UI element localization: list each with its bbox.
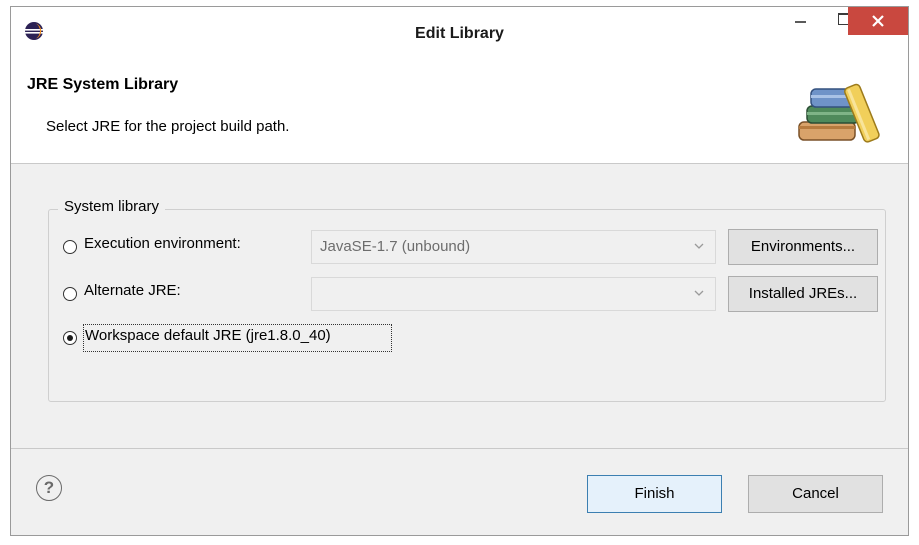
workspace-default-jre-label[interactable]: Workspace default JRE (jre1.8.0_40) — [85, 327, 331, 344]
cancel-button[interactable]: Cancel — [748, 475, 883, 513]
alternate-jre-combo[interactable] — [311, 277, 716, 311]
chevron-down-icon — [694, 290, 704, 296]
title-bar: Edit Library — [11, 7, 908, 55]
installed-jres-button[interactable]: Installed JREs... — [728, 276, 878, 312]
execution-environment-combo[interactable]: JavaSE-1.7 (unbound) — [311, 230, 716, 264]
dialog-header: JRE System Library Select JRE for the pr… — [11, 55, 908, 164]
library-books-icon — [798, 83, 880, 143]
minimize-button[interactable] — [781, 7, 821, 34]
close-button[interactable] — [848, 7, 908, 35]
help-icon[interactable]: ? — [36, 475, 62, 501]
footer-separator — [11, 448, 908, 449]
close-icon — [872, 15, 884, 27]
header-title: JRE System Library — [27, 76, 179, 93]
alternate-jre-radio[interactable] — [63, 287, 77, 301]
header-description: Select JRE for the project build path. — [46, 118, 290, 135]
window-title: Edit Library — [415, 25, 504, 42]
chevron-down-icon — [694, 243, 704, 249]
edit-library-dialog: Edit Library JRE System Library Select J… — [10, 6, 909, 536]
minimize-icon — [795, 21, 806, 23]
environments-button[interactable]: Environments... — [728, 229, 878, 265]
execution-environment-value: JavaSE-1.7 (unbound) — [320, 238, 471, 255]
alternate-jre-label[interactable]: Alternate JRE: — [84, 282, 181, 299]
execution-environment-label[interactable]: Execution environment: — [84, 235, 241, 252]
system-library-group-label: System library — [58, 198, 166, 215]
workspace-default-jre-radio[interactable] — [63, 331, 77, 345]
execution-environment-radio[interactable] — [63, 240, 77, 254]
finish-button[interactable]: Finish — [587, 475, 722, 513]
